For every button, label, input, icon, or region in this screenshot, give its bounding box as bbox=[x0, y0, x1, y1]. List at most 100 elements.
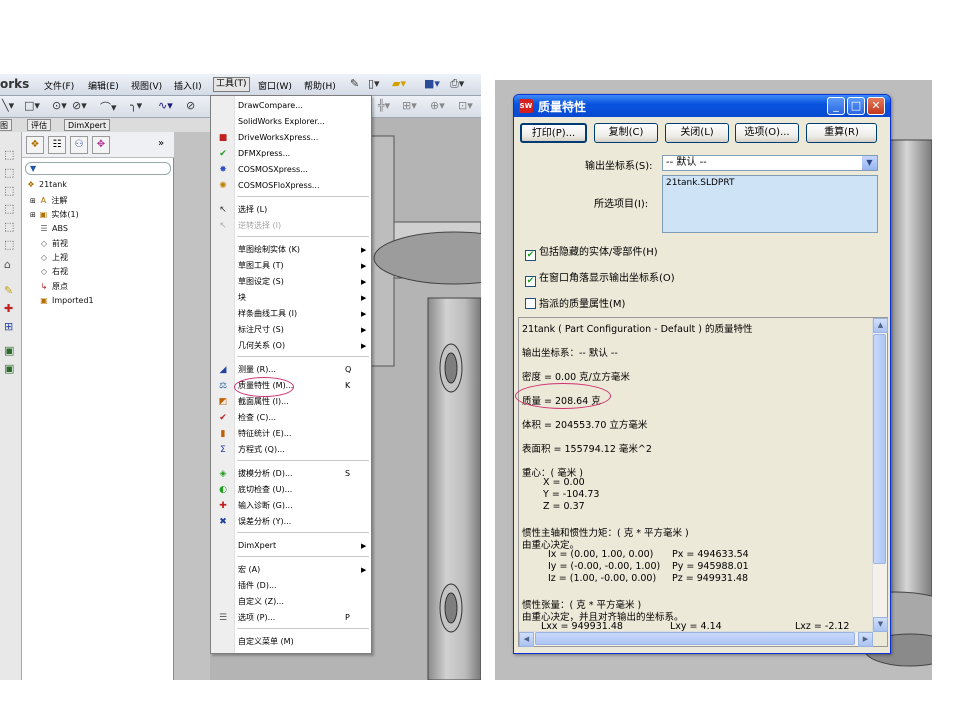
feature-filter-input[interactable]: ▼ bbox=[25, 162, 171, 175]
tree-item-right-plane[interactable]: ◇ 右视 bbox=[39, 266, 68, 277]
menu-item[interactable]: 自定义 (Z)... bbox=[211, 594, 371, 610]
new-document-icon[interactable]: ▯▾ bbox=[368, 77, 380, 90]
scroll-right-icon[interactable]: ▶ bbox=[858, 632, 873, 647]
scroll-up-icon[interactable]: ▲ bbox=[873, 318, 888, 333]
vertical-scroll-thumb[interactable] bbox=[873, 334, 886, 564]
menu-item[interactable]: ◐ 底切检查 (U)... bbox=[211, 482, 371, 498]
loft-icon[interactable]: ⬚ bbox=[4, 202, 14, 215]
menu-item[interactable]: ◈ 拔模分析 (D)... S bbox=[211, 466, 371, 482]
menu-item[interactable]: DrawCompare... bbox=[211, 98, 371, 114]
close-button[interactable]: 关闭(L) bbox=[665, 123, 729, 143]
menu-file[interactable]: 文件(F) bbox=[44, 79, 74, 92]
save-icon[interactable]: ■▾ bbox=[424, 77, 440, 90]
circle-icon[interactable]: ⊙▾ bbox=[52, 99, 67, 112]
include-hidden-checkbox[interactable]: ✔ 包括隐藏的实体/零部件(H) bbox=[525, 243, 658, 261]
reference-geometry-icon[interactable]: ⊞ bbox=[4, 320, 13, 333]
property-manager-tab-icon[interactable]: ☷ bbox=[48, 136, 66, 154]
menu-item[interactable]: 几何关系 (O) ▶ bbox=[211, 338, 371, 354]
menu-item[interactable]: ✖ 误差分析 (Y)... bbox=[211, 514, 371, 530]
menu-item[interactable]: 草图设定 (S) ▶ bbox=[211, 274, 371, 290]
tree-item-top-plane[interactable]: ◇ 上视 bbox=[39, 252, 68, 263]
open-folder-icon[interactable]: ▰▾ bbox=[392, 77, 406, 90]
expand-chevron-icon[interactable]: » bbox=[158, 138, 164, 149]
cut-icon[interactable]: ⬚ bbox=[4, 220, 14, 233]
tree-item-solid-bodies[interactable]: ⊞ ▣ 实体(1) bbox=[30, 209, 79, 220]
instant3d-icon[interactable]: ▣ bbox=[4, 362, 14, 375]
menu-item[interactable]: ■ DriveWorksXpress... bbox=[211, 130, 371, 146]
menu-item[interactable]: 草图绘制实体 (K) ▶ bbox=[211, 242, 371, 258]
menu-item[interactable]: 宏 (A) ▶ bbox=[211, 562, 371, 578]
horizontal-scrollbar[interactable]: ◀ ▶ bbox=[519, 631, 873, 647]
tree-item-part[interactable]: ❖ 21tank bbox=[26, 180, 67, 189]
menu-item[interactable]: 插件 (D)... bbox=[211, 578, 371, 594]
maximize-icon[interactable]: □ bbox=[847, 97, 865, 115]
menu-item[interactable]: ✔ DFMXpress... bbox=[211, 146, 371, 162]
menu-item[interactable]: 草图工具 (T) ▶ bbox=[211, 258, 371, 274]
menu-window[interactable]: 窗口(W) bbox=[258, 79, 292, 92]
menu-item[interactable]: 自定义菜单 (M) bbox=[211, 634, 371, 650]
chevron-down-icon[interactable]: ▼ bbox=[862, 156, 877, 170]
mirror-icon[interactable]: ╬▾ bbox=[378, 99, 390, 112]
sweep-icon[interactable]: ⬚ bbox=[4, 184, 14, 197]
scroll-down-icon[interactable]: ▼ bbox=[873, 617, 888, 632]
vertical-scrollbar[interactable]: ▲ ▼ bbox=[872, 318, 888, 632]
tree-item-annotations[interactable]: ⊞ A 注解 bbox=[30, 195, 67, 206]
convert-icon[interactable]: ⊕▾ bbox=[430, 99, 445, 112]
checkbox-checked-icon[interactable]: ✔ bbox=[525, 250, 536, 261]
menu-item[interactable]: ◩ 截面属性 (I)... bbox=[211, 394, 371, 410]
tree-item-material[interactable]: ☰ ABS bbox=[39, 224, 68, 233]
horizontal-scroll-thumb[interactable] bbox=[535, 632, 855, 645]
assigned-mass-checkbox[interactable]: 指派的质量属性(M) bbox=[525, 295, 625, 310]
sketch-edit-icon[interactable]: ✎ bbox=[4, 284, 13, 297]
fillet-icon[interactable]: ╮▾ bbox=[130, 99, 142, 112]
scroll-left-icon[interactable]: ◀ bbox=[519, 632, 534, 647]
menu-item[interactable]: 块 ▶ bbox=[211, 290, 371, 306]
curves-icon[interactable]: ▣ bbox=[4, 344, 14, 357]
menu-item[interactable]: SolidWorks Explorer... bbox=[211, 114, 371, 130]
menu-item[interactable]: 标注尺寸 (S) ▶ bbox=[211, 322, 371, 338]
menu-item[interactable]: ✺ COSMOSFloXpress... bbox=[211, 178, 371, 194]
menu-item[interactable]: ✚ 输入诊断 (G)... bbox=[211, 498, 371, 514]
menu-item[interactable]: ◢ 测量 (R)... Q bbox=[211, 362, 371, 378]
selected-items-list[interactable]: 21tank.SLDPRT bbox=[662, 175, 878, 233]
line-icon[interactable]: ╲▾ bbox=[2, 99, 14, 112]
menu-view[interactable]: 视图(V) bbox=[131, 79, 162, 92]
menu-tools[interactable]: 工具(T) bbox=[213, 77, 250, 92]
tab-sketch[interactable]: 图 bbox=[0, 119, 12, 131]
menu-item[interactable]: ✔ 检查 (C)... bbox=[211, 410, 371, 426]
menu-help[interactable]: 帮助(H) bbox=[304, 79, 336, 92]
spline-icon[interactable]: ∿▾ bbox=[158, 99, 173, 112]
configuration-tab-icon[interactable]: ⚇ bbox=[70, 136, 88, 154]
menu-item[interactable]: ↖ 选择 (L) bbox=[211, 202, 371, 218]
tree-item-imported[interactable]: ▣ Imported1 bbox=[39, 296, 93, 305]
results-text-area[interactable]: 21tank ( Part Configuration - Default ) … bbox=[518, 317, 888, 647]
print-icon[interactable]: ⎙▾ bbox=[450, 77, 464, 91]
options-button[interactable]: 选项(O)... bbox=[735, 123, 799, 143]
copy-button[interactable]: 复制(C) bbox=[594, 123, 658, 143]
close-icon[interactable]: ✕ bbox=[867, 97, 885, 115]
feature-tree-tab-icon[interactable]: ❖ bbox=[26, 136, 44, 154]
menu-item[interactable]: Σ 方程式 (Q)... bbox=[211, 442, 371, 458]
ellipse-icon[interactable]: ⊘ bbox=[186, 99, 195, 112]
menu-item[interactable]: ✸ COSMOSXpress... bbox=[211, 162, 371, 178]
tab-dimxpert[interactable]: DimXpert bbox=[64, 119, 111, 131]
minimize-icon[interactable]: _ bbox=[827, 97, 845, 115]
menu-item[interactable]: DimXpert ▶ bbox=[211, 538, 371, 554]
rectangle-icon[interactable]: □▾ bbox=[24, 99, 40, 112]
offset-icon[interactable]: ⊞▾ bbox=[402, 99, 417, 112]
output-coord-select[interactable]: -- 默认 -- ▼ bbox=[662, 155, 878, 171]
tab-evaluate[interactable]: 评估 bbox=[27, 119, 51, 131]
smart-dimension-icon[interactable]: ✚ bbox=[4, 302, 13, 315]
extrude-icon[interactable]: ⬚ bbox=[4, 148, 14, 161]
checkbox-checked-icon[interactable]: ✔ bbox=[525, 276, 536, 287]
menu-item[interactable]: 样条曲线工具 (I) ▶ bbox=[211, 306, 371, 322]
linear-pattern-icon[interactable]: ⊡▾ bbox=[458, 99, 473, 112]
shell-icon[interactable]: ⬚ bbox=[4, 238, 14, 251]
menu-edit[interactable]: 编辑(E) bbox=[88, 79, 119, 92]
revolve-icon[interactable]: ⬚ bbox=[4, 166, 14, 179]
checkbox-unchecked-icon[interactable] bbox=[525, 298, 536, 309]
arc-icon[interactable]: ⊘▾ bbox=[72, 99, 87, 112]
tree-item-front-plane[interactable]: ◇ 前视 bbox=[39, 238, 68, 249]
menu-insert[interactable]: 插入(I) bbox=[174, 79, 202, 92]
menu-item[interactable]: ☰ 选项 (P)... P bbox=[211, 610, 371, 626]
